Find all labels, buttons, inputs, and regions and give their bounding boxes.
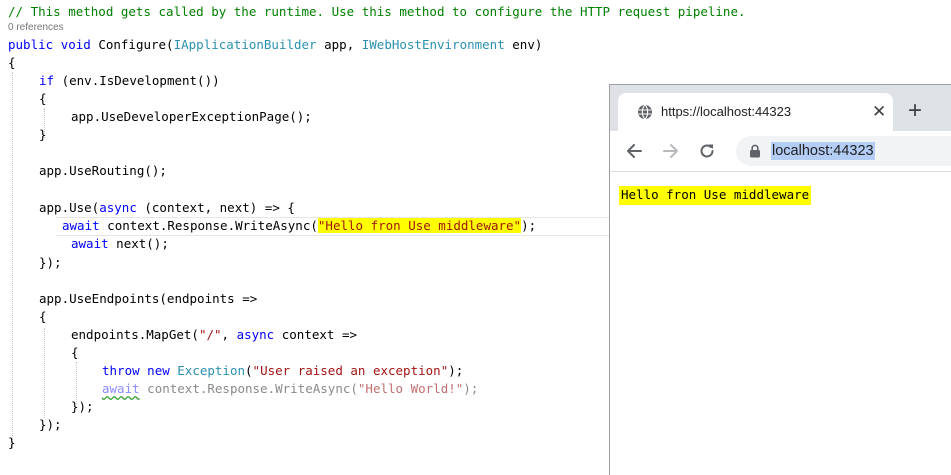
forward-arrow-icon[interactable] bbox=[662, 142, 680, 160]
code-token: (context, next) => { bbox=[136, 200, 295, 215]
new-tab-button[interactable]: + bbox=[908, 99, 922, 123]
code-token: next(); bbox=[108, 236, 169, 251]
highlighted-string: "Hello fron Use middleware" bbox=[317, 218, 522, 233]
code-token: context.Response. bbox=[139, 381, 276, 396]
browser-tab[interactable]: https://localhost:44323 ✕ bbox=[618, 93, 893, 131]
indent-guide bbox=[12, 72, 13, 448]
code-token: context.Response.WriteAsync( bbox=[99, 218, 318, 233]
code-line: }); bbox=[39, 255, 62, 270]
type-name: IApplicationBuilder bbox=[173, 37, 317, 52]
globe-icon bbox=[638, 104, 652, 120]
brace: } bbox=[8, 435, 16, 450]
throw-line: throw new Exception("User raised an exce… bbox=[102, 362, 463, 380]
code-line: }); bbox=[71, 399, 94, 414]
url-text[interactable]: localhost:44323 bbox=[771, 142, 875, 160]
keyword: void bbox=[60, 37, 91, 52]
close-icon[interactable]: ✕ bbox=[872, 102, 886, 122]
keyword: async bbox=[236, 327, 275, 342]
code-line: app.UseEndpoints(endpoints => bbox=[39, 291, 258, 306]
string-literal: "User raised an exception" bbox=[252, 363, 449, 378]
param: app, bbox=[316, 37, 362, 52]
if-statement: if (env.IsDevelopment()) bbox=[39, 72, 220, 90]
tab-strip: https://localhost:44323 ✕ + bbox=[610, 85, 951, 131]
brace: } bbox=[39, 127, 47, 142]
brace: { bbox=[71, 345, 79, 360]
page-content: Hello fron Use middleware bbox=[610, 172, 951, 472]
browser-window: https://localhost:44323 ✕ + localhost:44… bbox=[609, 84, 951, 475]
code-token: , bbox=[221, 327, 237, 342]
code-line: }); bbox=[39, 417, 62, 432]
address-bar[interactable]: localhost:44323 bbox=[736, 136, 951, 166]
brace: { bbox=[8, 55, 16, 70]
code-lens-references[interactable]: 0 references bbox=[8, 22, 64, 33]
code-token: ( bbox=[245, 363, 253, 378]
code-token: ); bbox=[448, 363, 464, 378]
string-literal: "Hello World!" bbox=[357, 381, 464, 396]
brace: { bbox=[39, 91, 47, 106]
code-token: endpoints.MapGet( bbox=[71, 327, 199, 342]
write-async-line: await context.Response.WriteAsync("Hello… bbox=[62, 217, 536, 235]
code-token: ( bbox=[350, 381, 358, 396]
param: env) bbox=[504, 37, 543, 52]
keyword: await bbox=[62, 218, 100, 233]
code-line: app.UseRouting(); bbox=[39, 163, 167, 178]
keyword: async bbox=[99, 200, 137, 215]
lock-icon[interactable] bbox=[748, 144, 762, 158]
if-condition: (env.IsDevelopment()) bbox=[54, 73, 220, 88]
type-name: Exception bbox=[177, 363, 246, 378]
code-token: ); bbox=[463, 381, 479, 396]
method-name: Configure( bbox=[90, 37, 174, 52]
mapget-line: endpoints.MapGet("/", async context => bbox=[71, 326, 357, 344]
keyword: if bbox=[39, 73, 55, 88]
keyword: throw bbox=[102, 363, 140, 378]
back-arrow-icon[interactable] bbox=[625, 142, 643, 160]
keyword: new bbox=[147, 363, 170, 378]
keyword: await bbox=[71, 236, 109, 251]
type-name: IWebHostEnvironment bbox=[361, 37, 505, 52]
tab-title: https://localhost:44323 bbox=[661, 104, 792, 119]
brace: { bbox=[39, 309, 47, 324]
code-token: app.Use( bbox=[39, 200, 100, 215]
unreachable-code-line: await context.Response.WriteAsync("Hello… bbox=[102, 380, 478, 398]
string-literal: "/" bbox=[198, 327, 222, 342]
code-line: app.UseDeveloperExceptionPage(); bbox=[71, 109, 312, 124]
code-token: context => bbox=[274, 327, 358, 342]
indent-guide bbox=[44, 328, 45, 418]
code-comment: // This method gets called by the runtim… bbox=[8, 4, 746, 19]
use-middleware-line: app.Use(async (context, next) => { bbox=[39, 199, 295, 217]
page-text: Hello fron Use middleware bbox=[619, 186, 812, 205]
keyword: public bbox=[8, 37, 54, 52]
keyword: await bbox=[102, 381, 140, 396]
code-token: ); bbox=[521, 218, 537, 233]
method-name: WriteAsync bbox=[275, 381, 351, 396]
reload-icon[interactable] bbox=[698, 142, 716, 160]
method-signature: public void Configure(IApplicationBuilde… bbox=[8, 36, 542, 54]
await-next-line: await next(); bbox=[71, 235, 169, 253]
browser-toolbar: localhost:44323 bbox=[610, 131, 951, 172]
